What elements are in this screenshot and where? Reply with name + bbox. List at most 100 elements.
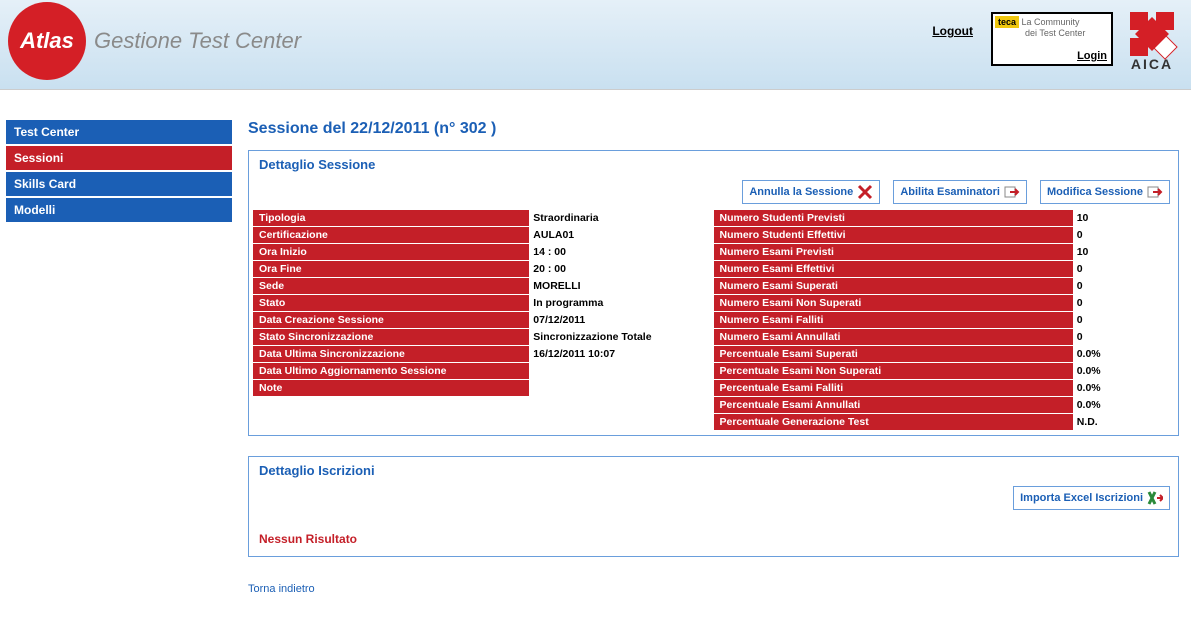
detail-row: StatoIn programma — [253, 295, 714, 312]
detail-label: Note — [253, 380, 529, 396]
detail-label: Stato Sincronizzazione — [253, 329, 529, 345]
panel-title-iscrizioni: Dettaglio Iscrizioni — [249, 457, 1178, 482]
sidebar-item-modelli[interactable]: Modelli — [6, 198, 232, 224]
header-right: Logout teca La Community dei Test Center… — [932, 12, 1181, 72]
panel-dettaglio-sessione: Dettaglio Sessione Annulla la Sessione A… — [248, 150, 1179, 436]
detail-row: Percentuale Esami Non Superati0.0% — [714, 363, 1175, 380]
detail-row: Percentuale Generazione TestN.D. — [714, 414, 1175, 431]
detail-value: 16/12/2011 10:07 — [529, 348, 713, 360]
detail-label: Numero Esami Falliti — [714, 312, 1073, 328]
no-result-text: Nessun Risultato — [249, 516, 1178, 556]
detail-value: 20 : 00 — [529, 263, 713, 275]
panel-title-sessione: Dettaglio Sessione — [249, 151, 1178, 176]
detail-label: Numero Studenti Effettivi — [714, 227, 1073, 243]
modifica-sessione-button[interactable]: Modifica Sessione — [1040, 180, 1170, 204]
detail-row: Percentuale Esami Annullati0.0% — [714, 397, 1175, 414]
detail-row: Data Creazione Sessione07/12/2011 — [253, 312, 714, 329]
detail-label: Numero Esami Previsti — [714, 244, 1073, 260]
action-row: Annulla la Sessione Abilita Esaminatori … — [249, 176, 1178, 210]
detail-label: Tipologia — [253, 210, 529, 226]
importa-label: Importa Excel Iscrizioni — [1020, 492, 1143, 504]
excel-import-icon — [1147, 490, 1163, 506]
teca-text2: dei Test Center — [1025, 28, 1085, 38]
detail-row: Numero Esami Annullati0 — [714, 329, 1175, 346]
action-row-iscrizioni: Importa Excel Iscrizioni — [249, 482, 1178, 516]
detail-row: Numero Esami Superati0 — [714, 278, 1175, 295]
detail-label: Sede — [253, 278, 529, 294]
detail-value: 0 — [1073, 314, 1174, 326]
detail-label: Numero Esami Superati — [714, 278, 1073, 294]
sidebar-item-test-center[interactable]: Test Center — [6, 120, 232, 146]
detail-label: Ora Fine — [253, 261, 529, 277]
detail-row: Numero Studenti Previsti10 — [714, 210, 1175, 227]
logout-link[interactable]: Logout — [932, 24, 973, 38]
detail-value: 07/12/2011 — [529, 314, 713, 326]
detail-label: Percentuale Esami Superati — [714, 346, 1073, 362]
annulla-sessione-button[interactable]: Annulla la Sessione — [742, 180, 880, 204]
detail-label: Percentuale Generazione Test — [714, 414, 1073, 430]
teca-tag: teca — [995, 16, 1019, 28]
detail-value: MORELLI — [529, 280, 713, 292]
panel-dettaglio-iscrizioni: Dettaglio Iscrizioni Importa Excel Iscri… — [248, 456, 1179, 557]
teca-community-box[interactable]: teca La Community dei Test Center Login — [991, 12, 1113, 66]
detail-label: Percentuale Esami Falliti — [714, 380, 1073, 396]
modifica-label: Modifica Sessione — [1047, 186, 1143, 198]
aica-text: AICA — [1131, 56, 1173, 72]
detail-label: Data Creazione Sessione — [253, 312, 529, 328]
detail-value: 0.0% — [1073, 399, 1174, 411]
detail-value: 0 — [1073, 229, 1174, 241]
detail-value: 0 — [1073, 297, 1174, 309]
detail-row — [253, 397, 714, 414]
edit-icon — [1147, 184, 1163, 200]
aica-icon — [1130, 12, 1174, 56]
main-content: Sessione del 22/12/2011 (n° 302 ) Dettag… — [238, 120, 1191, 595]
detail-value: 0 — [1073, 263, 1174, 275]
detail-label: Stato — [253, 295, 529, 311]
detail-row: CertificazioneAULA01 — [253, 227, 714, 244]
detail-label: Data Ultima Sincronizzazione — [253, 346, 529, 362]
detail-value: 0.0% — [1073, 365, 1174, 377]
detail-label: Numero Esami Non Superati — [714, 295, 1073, 311]
detail-row: Numero Esami Effettivi0 — [714, 261, 1175, 278]
detail-label: Numero Esami Effettivi — [714, 261, 1073, 277]
detail-value: 10 — [1073, 246, 1174, 258]
sidebar-item-skills-card[interactable]: Skills Card — [6, 172, 232, 198]
detail-row: Percentuale Esami Falliti0.0% — [714, 380, 1175, 397]
cancel-icon — [857, 184, 873, 200]
detail-row: Numero Esami Falliti0 — [714, 312, 1175, 329]
annulla-label: Annulla la Sessione — [749, 186, 853, 198]
detail-value: 0 — [1073, 280, 1174, 292]
detail-label: Numero Studenti Previsti — [714, 210, 1073, 226]
detail-row: Ora Inizio14 : 00 — [253, 244, 714, 261]
detail-grid: TipologiaStraordinariaCertificazioneAULA… — [249, 210, 1178, 435]
abilita-esaminatori-button[interactable]: Abilita Esaminatori — [893, 180, 1027, 204]
detail-value: 10 — [1073, 212, 1174, 224]
login-link[interactable]: Login — [1077, 50, 1107, 62]
enable-icon — [1004, 184, 1020, 200]
teca-text1: La Community — [1022, 17, 1080, 27]
detail-value: 0 — [1073, 331, 1174, 343]
detail-value: N.D. — [1073, 416, 1174, 428]
sidebar: Test Center Sessioni Skills Card Modelli — [0, 120, 238, 595]
detail-col-right: Numero Studenti Previsti10Numero Student… — [714, 210, 1175, 431]
detail-row: Ora Fine20 : 00 — [253, 261, 714, 278]
detail-row: Numero Esami Previsti10 — [714, 244, 1175, 261]
detail-row: Stato SincronizzazioneSincronizzazione T… — [253, 329, 714, 346]
atlas-logo: Atlas — [8, 2, 86, 80]
detail-value: In programma — [529, 297, 713, 309]
detail-row: SedeMORELLI — [253, 278, 714, 295]
detail-label: Percentuale Esami Annullati — [714, 397, 1073, 413]
detail-row: Numero Esami Non Superati0 — [714, 295, 1175, 312]
logo-area: Atlas Gestione Test Center — [8, 2, 301, 80]
detail-value: 0.0% — [1073, 348, 1174, 360]
sidebar-item-sessioni[interactable]: Sessioni — [6, 146, 232, 172]
detail-col-left: TipologiaStraordinariaCertificazioneAULA… — [253, 210, 714, 431]
detail-label: Numero Esami Annullati — [714, 329, 1073, 345]
top-banner: Atlas Gestione Test Center Logout teca L… — [0, 0, 1191, 90]
back-link[interactable]: Torna indietro — [248, 583, 315, 595]
importa-excel-button[interactable]: Importa Excel Iscrizioni — [1013, 486, 1170, 510]
detail-label: Ora Inizio — [253, 244, 529, 260]
detail-label: Certificazione — [253, 227, 529, 243]
detail-value: AULA01 — [529, 229, 713, 241]
detail-label: Percentuale Esami Non Superati — [714, 363, 1073, 379]
